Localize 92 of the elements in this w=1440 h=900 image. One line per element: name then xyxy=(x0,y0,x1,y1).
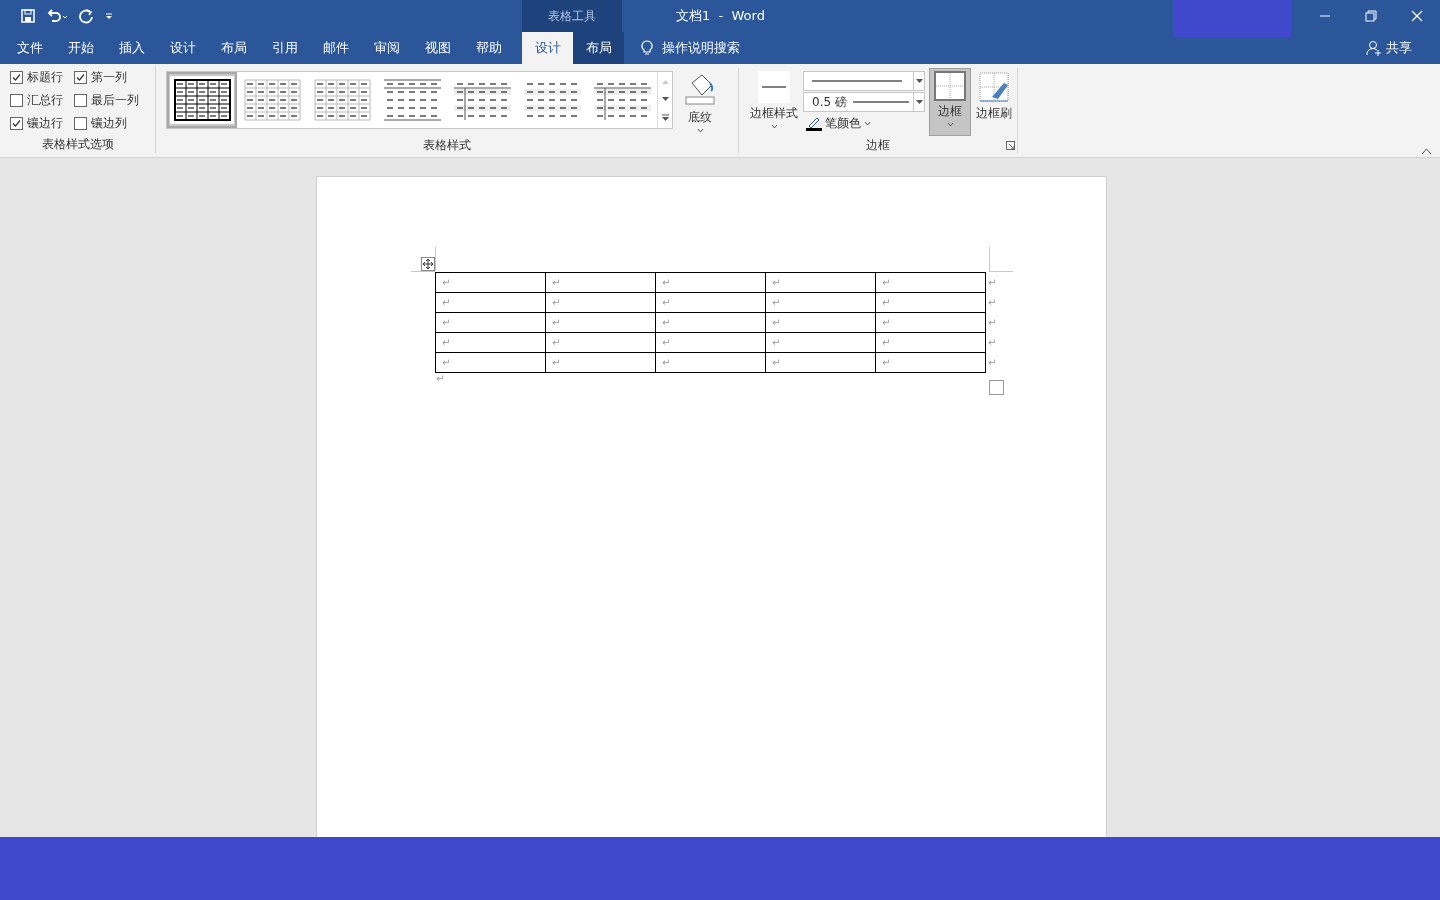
checkbox[interactable] xyxy=(10,116,23,130)
move-handle-icon[interactable] xyxy=(421,257,435,271)
ribbon-tab[interactable]: 设计 xyxy=(157,32,208,64)
customize-icon[interactable] xyxy=(104,11,114,21)
table-cell[interactable]: ↵ xyxy=(655,292,766,313)
ribbon-tab[interactable]: 开始 xyxy=(55,32,106,64)
caret-icon xyxy=(946,122,954,127)
borders-grid-icon xyxy=(934,71,966,101)
table-cell[interactable]: ↵ xyxy=(435,292,546,313)
line-sample-icon xyxy=(852,100,909,104)
table-cell[interactable]: ↵ xyxy=(765,352,876,373)
borders-button[interactable]: 边框 xyxy=(929,68,971,136)
line-sample-icon xyxy=(812,79,902,83)
table-cell[interactable]: ↵ xyxy=(765,332,876,353)
collapse-ribbon-icon[interactable] xyxy=(1421,148,1432,155)
pen-color-button[interactable]: 笔颜色 xyxy=(803,113,925,133)
table-cell[interactable]: ↵ xyxy=(435,272,546,293)
undo-icon[interactable] xyxy=(46,8,68,24)
line-style-icon xyxy=(758,71,790,103)
window-title: 文档1 - Word xyxy=(676,7,765,25)
group-label: 表格样式选项 xyxy=(41,136,114,153)
caret-icon xyxy=(864,120,871,126)
table-cell[interactable]: ↵ xyxy=(765,312,876,333)
ribbon-tab[interactable]: 布局 xyxy=(573,32,624,64)
table-cell[interactable]: ↵ xyxy=(875,272,986,293)
table-cell[interactable]: ↵ xyxy=(655,352,766,373)
resize-handle-icon[interactable] xyxy=(989,380,1004,395)
table-cell[interactable]: ↵ xyxy=(655,272,766,293)
table-style-thumbnail[interactable] xyxy=(167,72,237,128)
table-cell[interactable]: ↵ xyxy=(435,312,546,333)
checkbox[interactable] xyxy=(10,70,23,84)
row-end-mark: ↵ xyxy=(985,292,1000,313)
person-add-icon xyxy=(1366,40,1382,56)
line-weight-dropdown[interactable]: 0.5 磅 xyxy=(803,92,925,112)
border-styles-button[interactable]: 边框样式 xyxy=(747,68,801,132)
table-cell[interactable]: ↵ xyxy=(655,332,766,353)
row-end-mark: ↵ xyxy=(985,312,1000,333)
border-brush-icon xyxy=(978,71,1010,103)
checkbox-label: 第一列 xyxy=(91,68,127,86)
table-cell[interactable]: ↵ xyxy=(875,312,986,333)
ribbon-tab[interactable]: 审阅 xyxy=(361,32,412,64)
table-cell[interactable]: ↵ xyxy=(545,332,656,353)
table-cell[interactable]: ↵ xyxy=(545,352,656,373)
border-painter-button[interactable]: 边框刷 xyxy=(973,68,1015,125)
share-button[interactable]: 共享 xyxy=(1360,32,1418,64)
table-cell[interactable]: ↵ xyxy=(875,332,986,353)
checkbox[interactable] xyxy=(74,116,87,130)
ribbon-tab[interactable]: 视图 xyxy=(412,32,463,64)
table-cell[interactable]: ↵ xyxy=(545,272,656,293)
caret-icon xyxy=(770,124,778,129)
ribbon-tab[interactable]: 设计 xyxy=(522,32,573,64)
lightbulb-icon xyxy=(640,40,654,56)
checkbox[interactable] xyxy=(74,70,87,84)
checkbox-label: 标题行 xyxy=(27,68,63,86)
checkbox[interactable] xyxy=(74,93,87,107)
table-cell[interactable]: ↵ xyxy=(435,332,546,353)
save-icon[interactable] xyxy=(20,8,36,24)
row-end-mark: ↵ xyxy=(985,272,1000,293)
redo-icon[interactable] xyxy=(78,8,94,24)
checkbox-label: 最后一列 xyxy=(91,91,139,109)
table-cell[interactable]: ↵ xyxy=(875,352,986,373)
ribbon-tab[interactable]: 插入 xyxy=(106,32,157,64)
ribbon-tab[interactable]: 文件 xyxy=(4,32,55,64)
dropdown-arrow-icon[interactable] xyxy=(915,100,923,104)
pen-icon xyxy=(806,115,822,131)
line-style-dropdown[interactable] xyxy=(803,71,925,91)
table-cell[interactable]: ↵ xyxy=(545,292,656,313)
ribbon-tab[interactable]: 引用 xyxy=(259,32,310,64)
table-cell[interactable]: ↵ xyxy=(655,312,766,333)
table-cell[interactable]: ↵ xyxy=(765,272,876,293)
paragraph-mark: ↵ xyxy=(435,373,446,385)
dropdown-arrow-icon[interactable] xyxy=(915,79,923,83)
table-cell[interactable]: ↵ xyxy=(765,292,876,313)
row-end-mark: ↵ xyxy=(985,352,1000,373)
dialog-launcher-icon[interactable] xyxy=(1006,141,1015,150)
shading-button[interactable]: 底纹 xyxy=(681,68,719,136)
group-label: 表格样式 xyxy=(423,137,471,154)
checkbox-label: 镶边行 xyxy=(27,114,63,132)
ribbon-tab[interactable]: 帮助 xyxy=(463,32,514,64)
tell-me-search[interactable]: 操作说明搜索 xyxy=(662,39,740,57)
caret-icon xyxy=(696,128,704,133)
context-group-label: 表格工具 xyxy=(548,7,596,25)
table-cell[interactable]: ↵ xyxy=(545,312,656,333)
ribbon-tab[interactable]: 邮件 xyxy=(310,32,361,64)
table-cell[interactable]: ↵ xyxy=(875,292,986,313)
checkbox[interactable] xyxy=(10,93,23,107)
checkbox-label: 镶边列 xyxy=(91,114,127,132)
group-label: 边框 xyxy=(866,137,890,154)
row-end-mark: ↵ xyxy=(985,332,1000,353)
checkbox-label: 汇总行 xyxy=(27,91,63,109)
ribbon-tab[interactable]: 布局 xyxy=(208,32,259,64)
table-cell[interactable]: ↵ xyxy=(435,352,546,373)
